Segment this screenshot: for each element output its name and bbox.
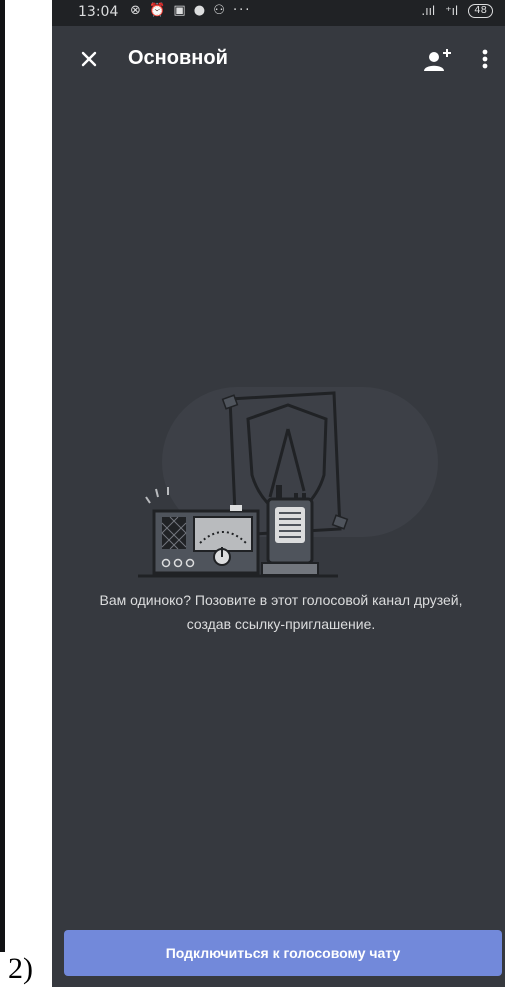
- left-border: [0, 0, 5, 952]
- battery-icon: 48: [468, 4, 493, 18]
- invite-button[interactable]: [420, 46, 454, 76]
- figure-label: 2): [8, 952, 33, 985]
- status-bar: 13:04 ⊗ ⏰ ▣ ● ⚇ ··· .ııl ⁺ıl 48: [52, 0, 505, 26]
- close-button[interactable]: [74, 44, 104, 74]
- status-icons-right: .ııl ⁺ıl 48: [421, 4, 493, 18]
- more-options-button[interactable]: [476, 44, 494, 74]
- join-voice-button[interactable]: Подключиться к голосовому чату: [64, 930, 502, 976]
- empty-state-illustration: [138, 387, 438, 578]
- signal-icon: .ııl: [421, 4, 436, 18]
- empty-state-line-2: создав ссылку-приглашение.: [186, 616, 376, 632]
- notification-icons: ⊗ ⏰ ▣ ● ⚇ ···: [130, 3, 252, 18]
- wifi-icon: ⁺ıl: [445, 4, 459, 18]
- empty-state-text: Вам одиноко? Позовите в этот голосовой к…: [66, 588, 496, 636]
- page: 2) 13:04 ⊗ ⏰ ▣ ● ⚇ ··· .ııl ⁺ıl 48 Основ…: [0, 0, 505, 987]
- walkie-talkie-icon: [261, 485, 319, 576]
- close-icon: [81, 51, 97, 67]
- more-vertical-icon: [482, 49, 488, 69]
- status-time: 13:04: [78, 4, 119, 20]
- empty-state-line-1: Вам одиноко? Позовите в этот голосовой к…: [99, 592, 463, 608]
- phone-screen: 13:04 ⊗ ⏰ ▣ ● ⚇ ··· .ııl ⁺ıl 48 Основной: [52, 0, 505, 987]
- toolbar: Основной: [52, 36, 505, 84]
- add-user-icon: [424, 49, 451, 71]
- channel-title: Основной: [128, 47, 228, 69]
